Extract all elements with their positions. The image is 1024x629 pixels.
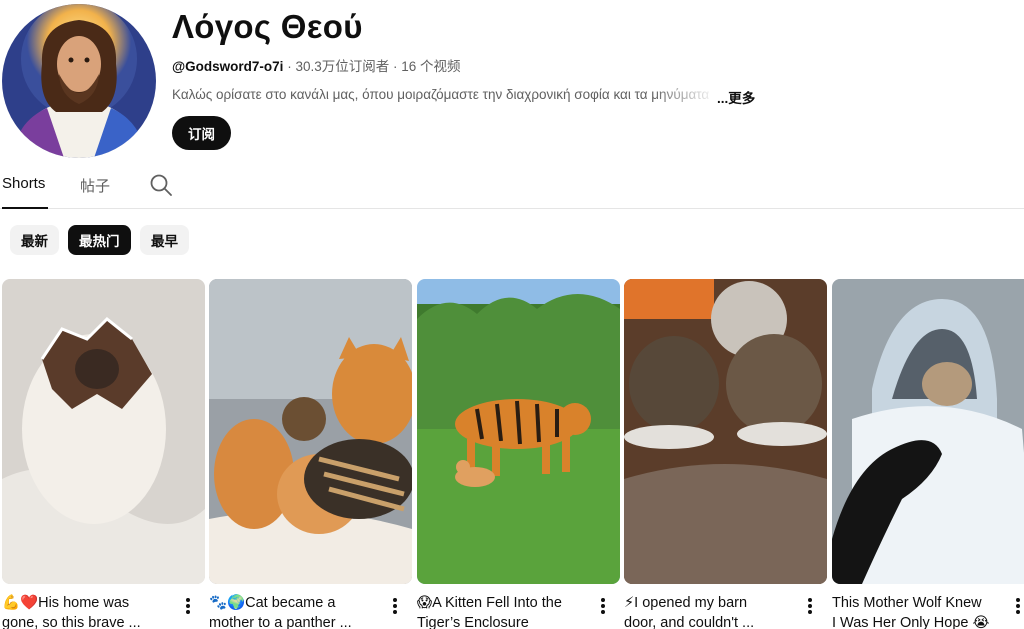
search-icon[interactable] <box>150 174 172 196</box>
chip-latest[interactable]: 最新 <box>10 225 59 255</box>
meta-separator: · <box>392 59 402 74</box>
chip-popular[interactable]: 最热门 <box>68 225 131 255</box>
short-title-line: mother to a panther ... <box>209 615 352 629</box>
description-text: Καλώς ορίσατε στο κανάλι μας, όπου μοιρα… <box>172 87 710 102</box>
channel-description[interactable]: Καλώς ορίσατε στο κανάλι μας, όπου μοιρα… <box>172 87 762 107</box>
short-thumbnail[interactable] <box>832 279 1024 584</box>
channel-avatar[interactable] <box>2 4 156 158</box>
short-thumbnail[interactable] <box>417 279 620 584</box>
short-thumbnail[interactable] <box>2 279 205 584</box>
short-title-line: door, and couldn't ... <box>624 615 755 629</box>
video-count: 16 个视频 <box>401 59 461 74</box>
short-thumbnail[interactable] <box>624 279 827 584</box>
short-thumbnail[interactable] <box>209 279 412 584</box>
thumbnail-image <box>832 279 1024 584</box>
short-title-line: Tiger’s Enclosure <box>417 615 529 629</box>
channel-tabs: Shorts 帖子 <box>0 165 1024 209</box>
short-title-line: 💪❤️His home was <box>2 595 130 611</box>
tab-posts[interactable]: 帖子 <box>80 175 110 196</box>
more-vert-icon[interactable] <box>182 597 194 617</box>
thumbnail-image <box>209 279 412 584</box>
short-title-line: I Was Her Only Hope 😭 <box>832 615 990 629</box>
short-title-line: 😱A Kitten Fell Into the <box>417 595 562 611</box>
short-card[interactable]: This Mother Wolf Knew I Was Her Only Hop… <box>832 279 1024 629</box>
short-title-line: gone, so this brave ... <box>2 615 141 629</box>
subscriber-count: 30.3万位订阅者 <box>295 59 390 74</box>
short-title[interactable]: This Mother Wolf Knew I Was Her Only Hop… <box>832 593 1002 629</box>
more-vert-icon[interactable] <box>804 597 816 617</box>
more-vert-icon[interactable] <box>1012 597 1024 617</box>
channel-name: Λόγος Θεού <box>172 8 363 45</box>
channel-meta: @Godsword7-o7i · 30.3万位订阅者 · 16 个视频 <box>172 55 461 75</box>
short-title-line: This Mother Wolf Knew <box>832 595 982 611</box>
short-title-line: ⚡I opened my barn <box>624 595 748 611</box>
short-title[interactable]: 🐾🌍Cat became a mother to a panther ... <box>209 593 379 629</box>
more-link[interactable]: ...更多 <box>717 91 755 106</box>
thumbnail-image <box>624 279 827 584</box>
short-card[interactable]: 😱A Kitten Fell Into the Tiger’s Enclosur… <box>417 279 620 629</box>
tab-shorts[interactable]: Shorts <box>2 175 45 192</box>
avatar-image <box>2 4 156 158</box>
subscribe-button[interactable]: 订阅 <box>172 116 231 150</box>
short-title-line: 🐾🌍Cat became a <box>209 595 336 611</box>
short-title[interactable]: ⚡I opened my barn door, and couldn't ... <box>624 593 794 629</box>
thumbnail-image <box>2 279 205 584</box>
active-tab-indicator <box>2 207 48 209</box>
channel-handle: @Godsword7-o7i <box>172 59 284 74</box>
thumbnail-image <box>417 279 620 584</box>
short-card[interactable]: 💪❤️His home was gone, so this brave ... <box>2 279 205 629</box>
more-vert-icon[interactable] <box>389 597 401 617</box>
short-title[interactable]: 💪❤️His home was gone, so this brave ... <box>2 593 172 629</box>
short-card[interactable]: 🐾🌍Cat became a mother to a panther ... <box>209 279 412 629</box>
more-vert-icon[interactable] <box>597 597 609 617</box>
chip-oldest[interactable]: 最早 <box>140 225 189 255</box>
short-title[interactable]: 😱A Kitten Fell Into the Tiger’s Enclosur… <box>417 593 587 629</box>
short-card[interactable]: ⚡I opened my barn door, and couldn't ... <box>624 279 827 629</box>
